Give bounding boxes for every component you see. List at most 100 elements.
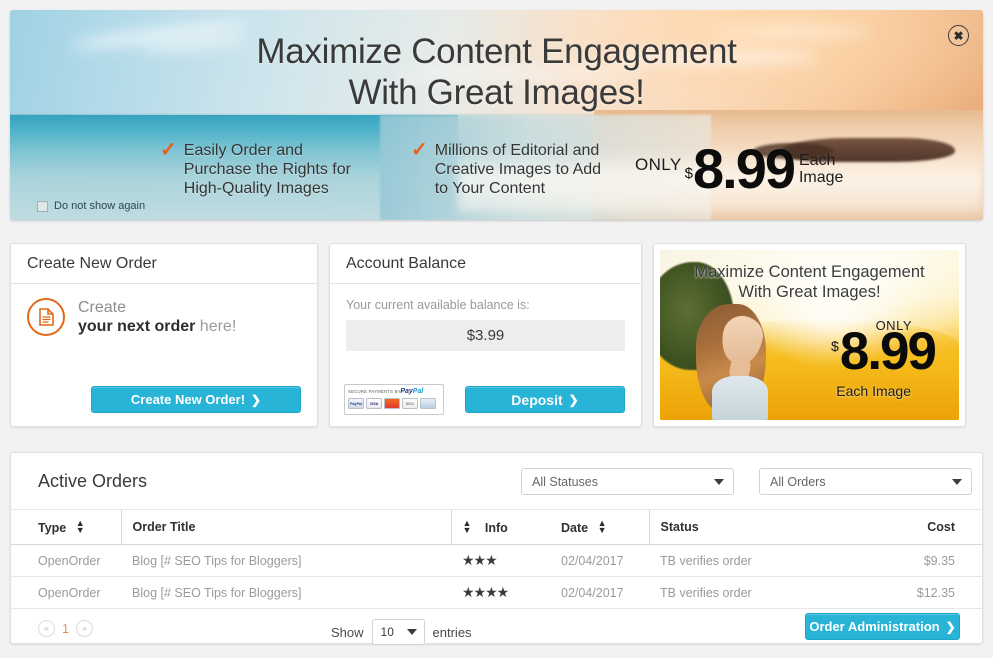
account-balance-card-body: Your current available balance is: $3.99… [330, 284, 641, 427]
create-new-order-button[interactable]: Create New Order! ❯ [91, 386, 301, 413]
promo-card-image: Maximize Content Engagement With Great I… [660, 250, 959, 420]
promo-banner: Maximize Content Engagement With Great I… [10, 10, 983, 220]
create-new-order-button-label: Create New Order! [130, 392, 246, 407]
sort-icon[interactable]: ▲ ▼ [463, 519, 472, 535]
amex-card-icon [420, 398, 436, 409]
cell-info-stars: ★★★★ [451, 576, 561, 609]
column-header-type-label: Type [38, 521, 67, 535]
orders-filter-dropdown[interactable]: All Orders [759, 468, 972, 495]
cell-info-stars: ★★★ [451, 544, 561, 577]
table-spacer-cell [11, 544, 38, 577]
show-label: Show [331, 624, 364, 640]
deposit-button-label: Deposit [511, 391, 563, 408]
orders-filter-value: All Orders [770, 474, 826, 489]
account-balance-card: Account Balance Your current available b… [329, 243, 642, 427]
promo-image-card[interactable]: Maximize Content Engagement With Great I… [653, 243, 966, 427]
pagination-page-1[interactable]: 1 [62, 622, 69, 636]
banner-bullet-text: Easily Order and Purchase the Rights for… [183, 142, 351, 197]
active-orders-panel: Active Orders All Statuses All Orders Ty… [10, 452, 983, 645]
deposit-button[interactable]: Deposit ❯ [465, 386, 625, 413]
dashboard-page: Maximize Content Engagement With Great I… [0, 0, 993, 658]
cell-order-title: Blog [# SEO Tips for Bloggers] [121, 576, 451, 609]
create-order-line1: Create [78, 299, 127, 316]
banner-price-block: ONLY $ 8.99 Each Image [635, 137, 843, 200]
column-header-date-label: Date [561, 521, 589, 535]
chevron-right-icon: ❯ [251, 392, 262, 407]
table-spacer-cell [11, 576, 38, 609]
banner-each-image-label: Each Image [799, 152, 843, 192]
banner-headline: Maximize Content Engagement With Great I… [10, 32, 983, 113]
cell-type: OpenOrder [38, 576, 121, 609]
column-header-status-label: Status [660, 520, 699, 534]
paypal-card-icons: PayPal VISA DISC [348, 398, 440, 409]
promo-dollar-sign: $ [831, 338, 839, 354]
entries-per-page-value: 10 [380, 625, 394, 639]
active-orders-title: Active Orders [38, 471, 148, 491]
paypal-logo-icon: PayPal [400, 388, 423, 395]
sort-icon[interactable]: ▲ ▼ [598, 519, 607, 535]
promo-headline-line2: With Great Images! [738, 282, 881, 301]
banner-headline-line2: With Great Images! [348, 72, 645, 112]
account-balance-value: $3.99 [346, 320, 625, 351]
paypal-logo-pal: Pal [412, 388, 424, 395]
paypal-secure-badge: SECURE PAYMENTS BY PayPal PayPal VISA DI… [344, 384, 444, 415]
paypal-badge-header: SECURE PAYMENTS BY PayPal [348, 387, 440, 396]
mastercard-card-icon [384, 398, 400, 409]
table-row[interactable]: OpenOrder Blog [# SEO Tips for Bloggers] ★… [11, 576, 982, 609]
entries-label: entries [432, 624, 472, 640]
do-not-show-again-label: Do not show again [54, 200, 146, 212]
create-order-text: Create your next order here! [78, 298, 236, 336]
cell-cost: $9.35 [799, 544, 982, 577]
sort-icon[interactable]: ▲ ▼ [76, 519, 85, 535]
column-header-order-title-label: Order Title [132, 520, 196, 534]
pagination-next-button[interactable]: » [75, 620, 93, 637]
active-orders-table-head: Type ▲ ▼ Order Title ▲ ▼ Info Date ▲ ▼ S… [11, 509, 982, 545]
checkmark-icon: ✓ [160, 139, 177, 161]
promo-price-value: 8.99 [839, 322, 937, 381]
pagination-prev-button[interactable]: « [38, 620, 55, 637]
account-balance-card-title: Account Balance [330, 244, 641, 284]
close-icon[interactable]: ✖ [948, 25, 969, 46]
cell-date: 02/04/2017 [561, 544, 649, 577]
banner-price-value: 8.99 [692, 137, 796, 200]
table-spacer-cell [11, 509, 38, 545]
each-line2: Image [798, 168, 844, 186]
cell-date: 02/04/2017 [561, 576, 649, 609]
active-orders-header: Active Orders All Statuses All Orders [11, 453, 982, 509]
column-header-info[interactable]: ▲ ▼ Info [450, 509, 561, 545]
entries-per-page-dropdown[interactable]: 10 [371, 619, 425, 645]
banner-bullet: ✓ Easily Order and Purchase the Rights f… [160, 139, 351, 198]
banner-dollar-sign: $ [684, 164, 693, 182]
banner-bullet-list: ✓ Easily Order and Purchase the Rights f… [160, 139, 602, 198]
create-new-order-card-title: Create New Order [11, 244, 317, 284]
column-header-type[interactable]: Type ▲ ▼ [38, 509, 121, 545]
status-filter-dropdown[interactable]: All Statuses [521, 468, 734, 495]
order-administration-button-label: Order Administration [809, 619, 940, 634]
cell-status: TB verifies order [649, 544, 799, 577]
promo-headline-line1: Maximize Content Engagement [694, 263, 925, 281]
column-header-cost[interactable]: Cost [799, 509, 982, 545]
chevron-down-icon [406, 629, 417, 635]
create-order-line2: your next order here! [78, 317, 236, 336]
column-header-status[interactable]: Status [648, 509, 799, 545]
chevron-right-icon: ❯ [568, 392, 579, 407]
promo-price-block: $ 8.99 [831, 322, 937, 381]
column-header-order-title[interactable]: Order Title [120, 509, 451, 545]
active-orders-table: Type ▲ ▼ Order Title ▲ ▼ Info Date ▲ ▼ S… [11, 509, 982, 609]
order-administration-button[interactable]: Order Administration ❯ [805, 613, 960, 640]
cell-type: OpenOrder [38, 544, 121, 577]
create-new-order-card: Create New Order Create your next order … [10, 243, 318, 427]
create-new-order-card-body: Create your next order here! Create New … [11, 284, 317, 427]
do-not-show-again-checkbox[interactable] [37, 200, 48, 212]
status-filter-value: All Statuses [532, 474, 599, 489]
pagination: « 1 » [38, 620, 93, 637]
do-not-show-again-row[interactable]: Do not show again [37, 200, 145, 212]
column-header-date[interactable]: Date ▲ ▼ [561, 509, 649, 545]
each-line1: Each [798, 151, 836, 169]
table-row[interactable]: OpenOrder Blog [# SEO Tips for Bloggers] ★… [11, 544, 982, 577]
checkmark-icon: ✓ [410, 139, 428, 161]
account-balance-label: Your current available balance is: [346, 298, 530, 312]
chevron-right-icon: ❯ [945, 619, 956, 634]
banner-bullet-text: Millions of Editorial and Creative Image… [434, 142, 602, 197]
cell-cost: $12.35 [799, 576, 982, 609]
